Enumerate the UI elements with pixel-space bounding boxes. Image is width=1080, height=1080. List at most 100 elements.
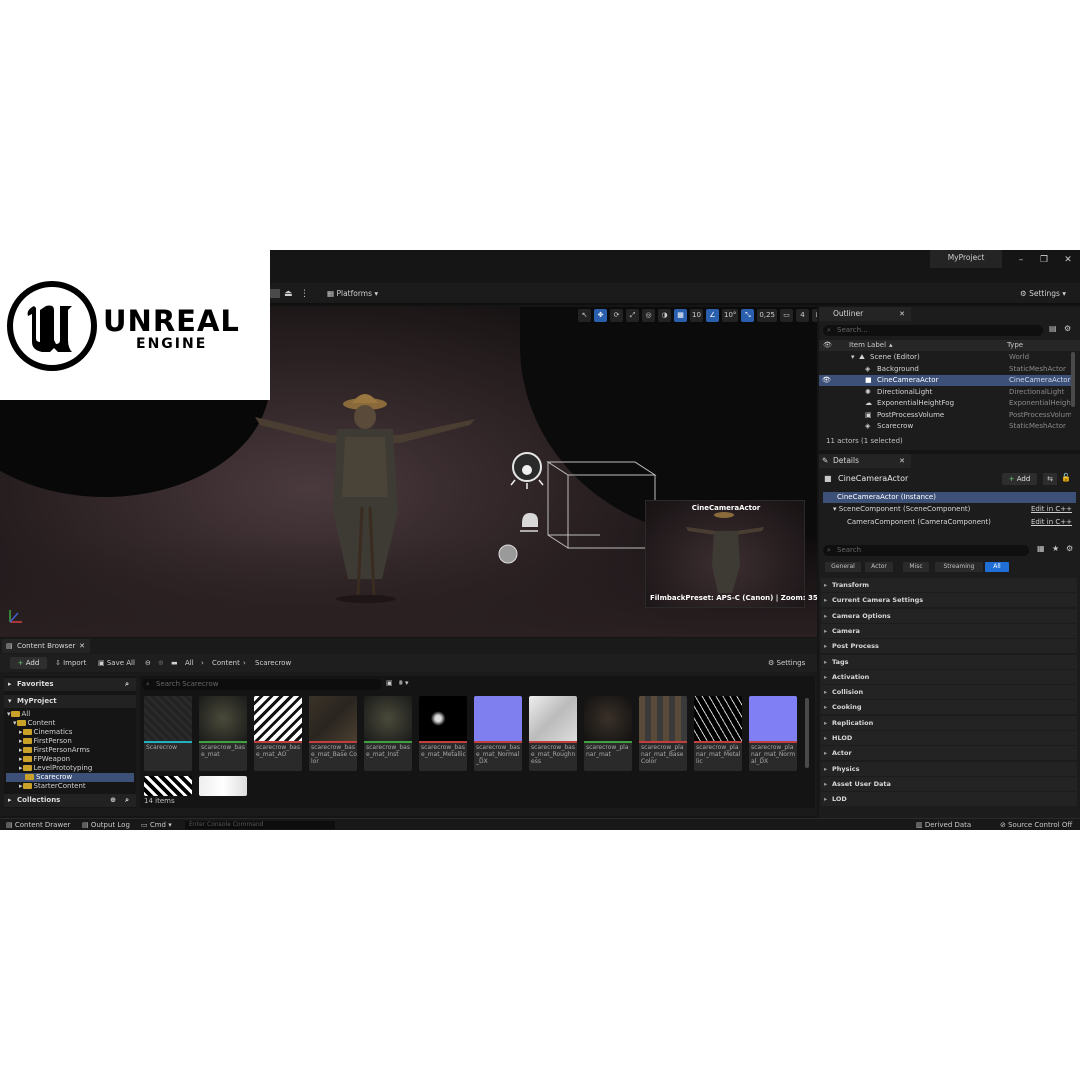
gear-icon[interactable]: ⚙ — [1064, 324, 1071, 333]
breadcrumb-content[interactable]: Content — [212, 657, 240, 669]
save-all-button[interactable]: ▣ Save All — [98, 657, 135, 669]
outliner-row[interactable]: ▣ PostProcessVolume PostProcessVolume — [819, 410, 1071, 421]
rotate-tool-icon[interactable]: ⟳ — [610, 309, 623, 322]
search-icon[interactable]: ⌕ — [125, 794, 129, 807]
more-options-icon[interactable]: ⋮ — [300, 287, 309, 301]
category-physics[interactable]: Physics — [821, 761, 1077, 776]
component-row[interactable]: CineCameraActor (Instance) — [823, 492, 1076, 503]
scale-snap-icon[interactable]: ⤡ — [741, 309, 755, 322]
add-component-button[interactable]: + Add — [1002, 473, 1037, 485]
world-space-icon[interactable]: ◎ — [642, 309, 655, 322]
content-drawer-button[interactable]: ▤ Content Drawer — [6, 820, 70, 830]
camera-speed-value[interactable]: 4 — [796, 309, 810, 322]
outliner-row[interactable]: ▾ ⛰ Scene (Editor) World — [819, 352, 1071, 363]
category-current-camera-settings[interactable]: Current Camera Settings — [821, 593, 1077, 608]
grid-snap-value[interactable]: 10 — [690, 309, 703, 322]
category-actor[interactable]: Actor — [821, 746, 1077, 761]
category-camera-options[interactable]: Camera Options — [821, 608, 1077, 623]
tree-item-fpweapon[interactable]: ▸ FPWeapon — [19, 755, 70, 764]
category-replication[interactable]: Replication — [821, 715, 1077, 730]
category-collision[interactable]: Collision — [821, 685, 1077, 700]
close-tab-icon[interactable]: ✕ — [899, 307, 905, 321]
blueprint-icon[interactable]: ⇆ — [1043, 473, 1057, 485]
import-button[interactable]: ⇩ Import — [55, 657, 86, 669]
search-icon[interactable]: ⌕ — [125, 678, 129, 691]
col-type[interactable]: Type — [1007, 340, 1023, 351]
expand-icon[interactable]: ▾ — [851, 352, 855, 363]
filter-streaming[interactable]: Streaming — [935, 562, 983, 572]
tree-item-scarecrow[interactable]: Scarecrow — [6, 773, 134, 782]
scale-snap-value[interactable]: 0,25 — [757, 309, 778, 322]
surface-snap-icon[interactable]: ◑ — [658, 309, 671, 322]
angle-snap-icon[interactable]: ∠ — [706, 309, 719, 322]
gear-icon[interactable]: ⚙ — [1066, 544, 1073, 553]
asset-tile[interactable]: scarecrow_base_mat_Metallic — [419, 696, 467, 771]
category-cooking[interactable]: Cooking — [821, 700, 1077, 715]
viewport-layout-icon[interactable]: ⊞ — [812, 309, 817, 322]
category-camera[interactable]: Camera — [821, 623, 1077, 638]
outliner-row[interactable]: ◈ Scarecrow StaticMeshActor — [819, 421, 1071, 432]
outliner-search-input[interactable]: ⌕ Search... — [823, 325, 1043, 336]
play-mode-icon[interactable] — [270, 289, 280, 298]
asset-tile[interactable] — [199, 776, 247, 796]
add-folder-icon[interactable]: ▤ — [1049, 324, 1057, 333]
project-section[interactable]: ▾ MyProject — [4, 695, 136, 708]
output-log-button[interactable]: ▤ Output Log — [82, 820, 130, 830]
add-asset-button[interactable]: + Add — [10, 657, 47, 669]
category-lod[interactable]: LOD — [821, 792, 1077, 807]
angle-snap-value[interactable]: 10° — [722, 309, 739, 322]
details-search-input[interactable]: ⌕ Search — [823, 545, 1029, 556]
category-asset-user-data[interactable]: Asset User Data — [821, 776, 1077, 791]
select-tool-icon[interactable]: ↖ — [578, 309, 591, 322]
project-tab[interactable]: MyProject — [930, 250, 1002, 268]
tab-content-browser[interactable]: ▤ Content Browser ✕ — [2, 639, 90, 653]
expand-icon[interactable]: ▾ — [823, 505, 839, 513]
save-search-icon[interactable]: ▣ — [386, 679, 393, 687]
asset-tile[interactable]: scarecrow_planar_mat_Metallic — [694, 696, 742, 771]
filter-all[interactable]: All — [985, 562, 1009, 572]
category-transform[interactable]: Transform — [821, 578, 1077, 592]
back-icon[interactable]: ⊖ — [145, 657, 151, 669]
star-icon[interactable]: ★ — [1052, 544, 1059, 553]
tree-item-cinematics[interactable]: ▸ Cinematics — [19, 728, 72, 737]
tab-details[interactable]: ✎ Details ✕ — [819, 454, 911, 468]
minimize-icon[interactable]: – — [1010, 252, 1032, 268]
asset-tile[interactable]: scarecrow_base_mat_Base Color — [309, 696, 357, 771]
forward-icon[interactable]: ⊕ — [158, 657, 164, 669]
grid-snap-icon[interactable]: ▦ — [674, 309, 687, 322]
breadcrumb-scarecrow[interactable]: Scarecrow — [255, 657, 291, 669]
component-row[interactable]: ▾ SceneComponent (SceneComponent) Edit i… — [823, 504, 1076, 515]
add-collection-icon[interactable]: ⊕ — [110, 794, 116, 807]
asset-search-input[interactable]: ⌕ Search Scarecrow — [142, 679, 382, 690]
edit-cpp-link[interactable]: Edit in C++ — [1031, 504, 1072, 515]
component-row[interactable]: CameraComponent (CameraComponent) Edit i… — [823, 517, 1076, 528]
filter-general[interactable]: General — [825, 562, 861, 572]
console-input[interactable]: Enter Console Command — [185, 821, 335, 829]
asset-tile[interactable]: Scarecrow — [144, 696, 192, 771]
asset-tile[interactable]: scarecrow_planar_mat — [584, 696, 632, 771]
close-icon[interactable]: ✕ — [1057, 252, 1079, 268]
col-item-label[interactable]: Item Label — [849, 340, 886, 351]
table-view-icon[interactable]: ▦ — [1037, 544, 1045, 553]
category-hlod[interactable]: HLOD — [821, 731, 1077, 745]
outliner-scrollbar[interactable] — [1071, 352, 1075, 407]
asset-tile[interactable]: scarecrow_planar_mat_Normal_DX — [749, 696, 797, 771]
category-tags[interactable]: Tags — [821, 654, 1077, 669]
eject-icon[interactable]: ⏏ — [284, 287, 293, 301]
outliner-row[interactable]: 👁 ■ CineCameraActor CineCameraActor — [819, 375, 1071, 387]
close-tab-icon[interactable]: ✕ — [899, 454, 905, 468]
filter-misc[interactable]: Misc — [903, 562, 929, 572]
collections-section[interactable]: ▸ Collections ⊕ ⌕ — [4, 794, 136, 807]
asset-tile[interactable] — [144, 776, 192, 796]
tree-item-firstpersonarms[interactable]: ▸ FirstPersonArms — [19, 746, 90, 755]
translate-tool-icon[interactable]: ✥ — [594, 309, 607, 322]
tree-item-startercontent[interactable]: ▸ StarterContent — [19, 782, 86, 791]
close-tab-icon[interactable]: ✕ — [79, 639, 85, 653]
asset-tile[interactable]: scarecrow_base_mat_Roughness — [529, 696, 577, 771]
camera-speed-icon[interactable]: ▭ — [780, 309, 794, 322]
breadcrumb-all[interactable]: All — [185, 657, 194, 669]
outliner-row[interactable]: ✺ DirectionalLight DirectionalLight — [819, 387, 1071, 398]
scale-tool-icon[interactable]: ⤢ — [626, 309, 639, 322]
visibility-icon[interactable]: 👁 — [822, 375, 831, 386]
filter-actor[interactable]: Actor — [865, 562, 893, 572]
